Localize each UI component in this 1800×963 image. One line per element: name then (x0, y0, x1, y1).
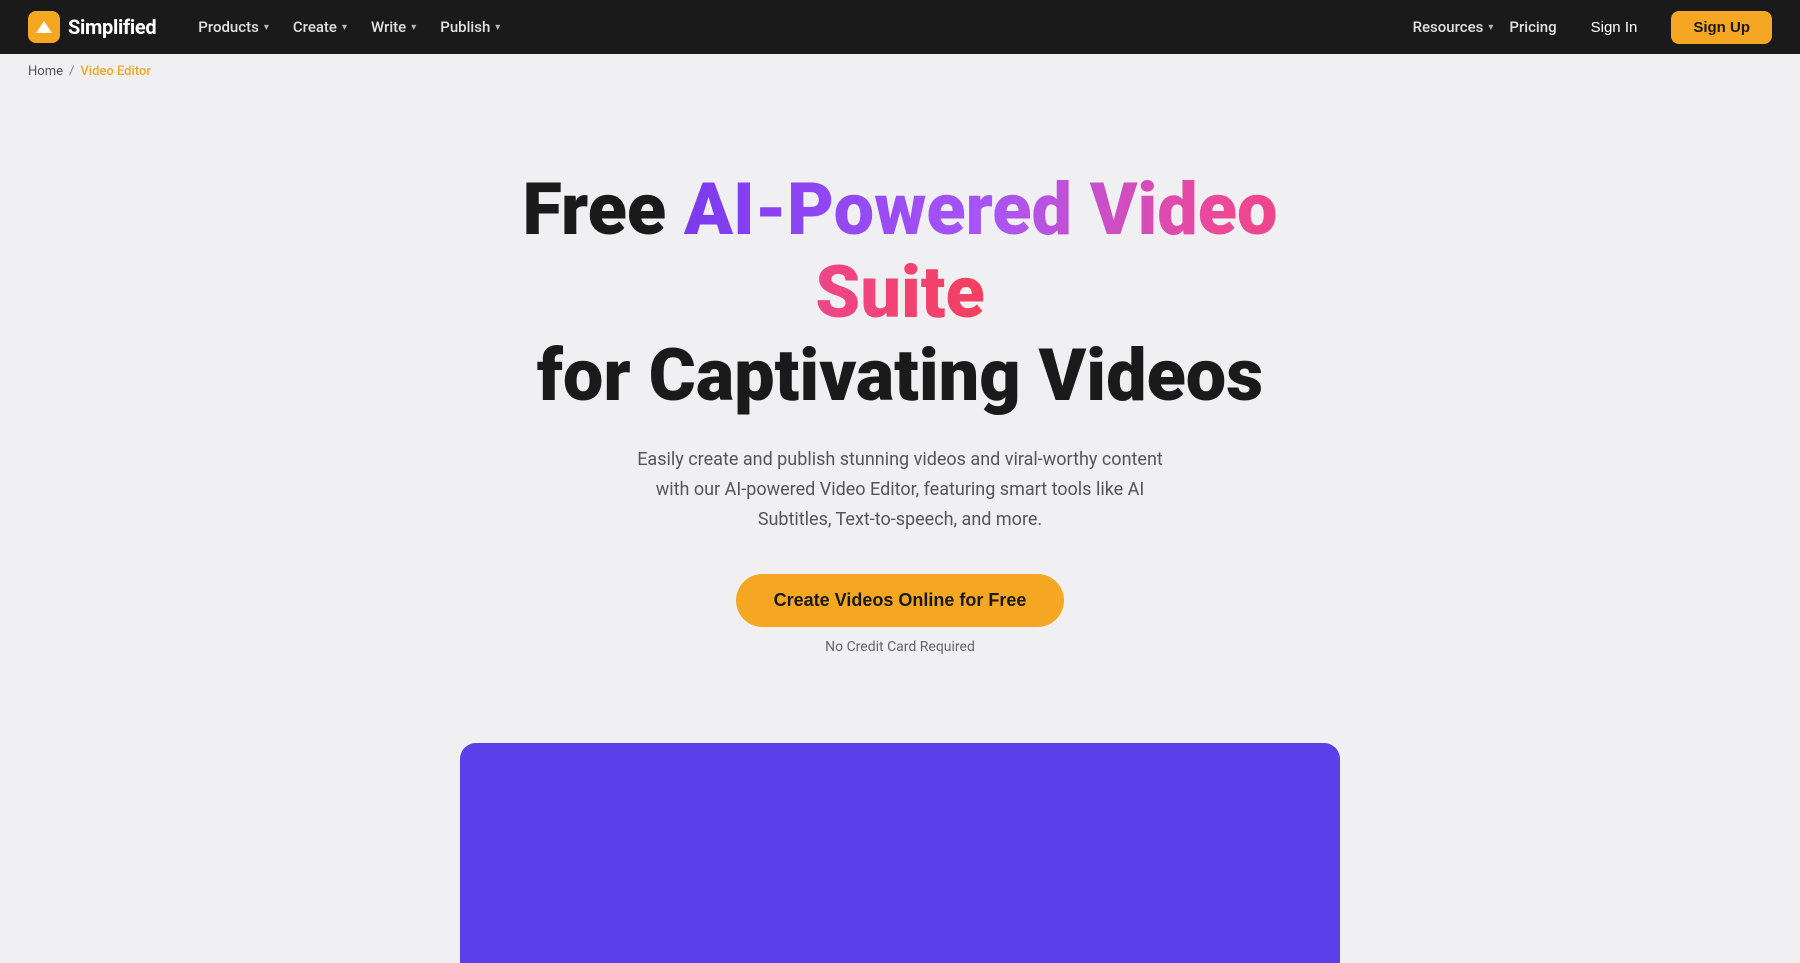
hero-title-plain-1: Free (523, 167, 684, 252)
signin-button[interactable]: Sign In (1573, 12, 1656, 43)
chevron-down-icon: ▾ (411, 22, 416, 33)
navbar-left: Simplified Products ▾ Create ▾ Write ▾ P… (28, 11, 510, 43)
hero-title-plain-2: for Captivating Videos (537, 333, 1263, 418)
nav-item-write[interactable]: Write ▾ (361, 12, 426, 42)
chevron-down-icon: ▾ (264, 22, 269, 33)
video-preview-container (0, 695, 1800, 963)
logo-text: Simplified (68, 15, 156, 39)
breadcrumb-current-page: Video Editor (80, 64, 151, 79)
chevron-down-icon: ▾ (495, 22, 500, 33)
video-preview-box (460, 743, 1340, 963)
logo-icon (28, 11, 60, 43)
chevron-down-icon: ▾ (1488, 22, 1493, 33)
hero-section: Free AI-Powered Video Suite for Captivat… (0, 89, 1800, 695)
navbar-right: Resources ▾ Pricing Sign In Sign Up (1413, 11, 1772, 44)
hero-title-gradient: AI-Powered Video Suite (684, 167, 1277, 335)
breadcrumb: Home / Video Editor (0, 54, 1800, 89)
breadcrumb-home-link[interactable]: Home (28, 64, 63, 79)
logo-link[interactable]: Simplified (28, 11, 156, 43)
nav-items: Products ▾ Create ▾ Write ▾ Publish ▾ (188, 12, 510, 42)
nav-item-create[interactable]: Create ▾ (283, 12, 357, 42)
hero-no-card-text: No Credit Card Required (825, 639, 975, 655)
nav-item-pricing[interactable]: Pricing (1509, 18, 1556, 36)
nav-item-publish[interactable]: Publish ▾ (430, 12, 510, 42)
signup-button[interactable]: Sign Up (1671, 11, 1772, 44)
nav-item-products[interactable]: Products ▾ (188, 12, 279, 42)
hero-cta-button[interactable]: Create Videos Online for Free (736, 574, 1065, 627)
navbar: Simplified Products ▾ Create ▾ Write ▾ P… (0, 0, 1800, 54)
hero-title: Free AI-Powered Video Suite for Captivat… (450, 169, 1350, 417)
chevron-down-icon: ▾ (342, 22, 347, 33)
nav-item-resources[interactable]: Resources ▾ (1413, 18, 1494, 36)
breadcrumb-separator: / (69, 64, 74, 79)
hero-subtitle: Easily create and publish stunning video… (620, 445, 1180, 534)
